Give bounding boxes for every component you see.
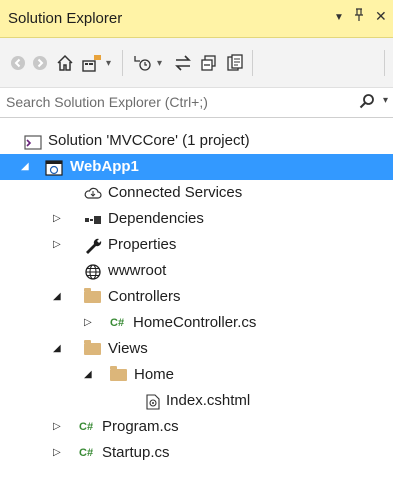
collapsed-arrow-icon[interactable]: ▷	[84, 310, 92, 336]
toolbar-separator	[122, 50, 123, 76]
chevron-down-icon[interactable]: ▼	[334, 12, 344, 23]
expanded-arrow-icon[interactable]: ◢	[53, 336, 61, 362]
web-project-icon	[45, 159, 63, 176]
tree-item-label: wwwroot	[108, 262, 167, 279]
collapsed-arrow-icon[interactable]: ▷	[53, 440, 61, 466]
panel-title: Solution Explorer	[8, 10, 123, 27]
tree-item-program-cs[interactable]: ▷ C# Program.cs	[0, 414, 393, 440]
globe-icon	[84, 263, 101, 280]
tree-item-label: HomeController.cs	[133, 314, 257, 331]
expanded-arrow-icon[interactable]: ◢	[53, 284, 61, 310]
tree-item-views[interactable]: ◢ Views	[0, 336, 393, 362]
collapse-all-icon[interactable]	[200, 52, 218, 74]
csharp-file-icon: C#	[79, 447, 94, 459]
home-icon[interactable]	[56, 52, 74, 74]
tree-item-label: Program.cs	[102, 418, 179, 435]
show-all-files-icon[interactable]	[226, 52, 244, 74]
expanded-arrow-icon[interactable]: ◢	[21, 154, 29, 180]
tree-item-label: Connected Services	[108, 184, 243, 201]
back-icon[interactable]	[10, 52, 26, 74]
folder-icon	[84, 340, 101, 355]
collapsed-arrow-icon[interactable]: ▷	[53, 232, 61, 258]
folder-icon	[110, 366, 127, 381]
tree-item-home[interactable]: ◢ Home	[0, 362, 393, 388]
search-input[interactable]	[6, 94, 346, 110]
tree-item-startup-cs[interactable]: ▷ C# Startup.cs	[0, 440, 393, 466]
close-icon[interactable]: ✕	[375, 8, 387, 25]
tree-item-label: Startup.cs	[102, 444, 170, 461]
tree-item-solution[interactable]: Solution 'MVCCore' (1 project)	[0, 128, 393, 154]
connected-services-icon	[84, 185, 102, 201]
wrench-icon	[84, 237, 102, 254]
panel-title-bar: Solution Explorer ▼ ✕	[0, 0, 393, 38]
chevron-down-icon[interactable]: ▾	[383, 95, 388, 106]
pending-changes-icon[interactable]	[132, 52, 154, 74]
collapsed-arrow-icon[interactable]: ▷	[53, 206, 61, 232]
csharp-file-icon: C#	[110, 317, 125, 329]
folder-icon	[84, 288, 101, 303]
tree-item-label: Dependencies	[108, 210, 204, 227]
tree-item-label: Home	[134, 366, 175, 383]
tree-item-webapp1[interactable]: ◢ WebApp1	[0, 154, 393, 180]
tree-item-index-cshtml[interactable]: Index.cshtml	[0, 388, 393, 414]
tree-item-wwwroot[interactable]: wwwroot	[0, 258, 393, 284]
tree-item-homecontroller[interactable]: ▷ C# HomeController.cs	[0, 310, 393, 336]
dropdown-icon[interactable]: ▾	[157, 52, 162, 74]
tree-item-properties[interactable]: ▷ Properties	[0, 232, 393, 258]
tree-item-label: WebApp1	[70, 158, 139, 175]
expanded-arrow-icon[interactable]: ◢	[84, 362, 92, 388]
razor-file-icon	[145, 393, 161, 410]
tree-item-label: Index.cshtml	[166, 392, 251, 409]
collapsed-arrow-icon[interactable]: ▷	[53, 414, 61, 440]
sync-icon[interactable]	[174, 52, 192, 74]
tree-item-connected-services[interactable]: Connected Services	[0, 180, 393, 206]
tree-item-label: Solution 'MVCCore' (1 project)	[48, 132, 250, 149]
tree-item-controllers[interactable]: ◢ Controllers	[0, 284, 393, 310]
switch-views-icon[interactable]	[82, 52, 102, 74]
csharp-file-icon: C#	[79, 421, 94, 433]
search-icon[interactable]	[359, 93, 375, 113]
dependencies-icon	[84, 211, 101, 227]
forward-icon[interactable]	[32, 52, 48, 74]
tree-item-dependencies[interactable]: ▷ Dependencies	[0, 206, 393, 232]
toolbar-separator	[384, 50, 385, 76]
search-bar: ▾	[0, 88, 393, 118]
solution-icon	[24, 133, 42, 150]
toolbar: ▾ ▾	[0, 38, 393, 88]
tree-item-label: Properties	[108, 236, 177, 253]
dropdown-icon[interactable]: ▾	[106, 52, 111, 74]
pin-icon[interactable]	[353, 8, 365, 25]
tree-item-label: Controllers	[108, 288, 181, 305]
toolbar-separator	[252, 50, 253, 76]
tree-item-label: Views	[108, 340, 148, 357]
